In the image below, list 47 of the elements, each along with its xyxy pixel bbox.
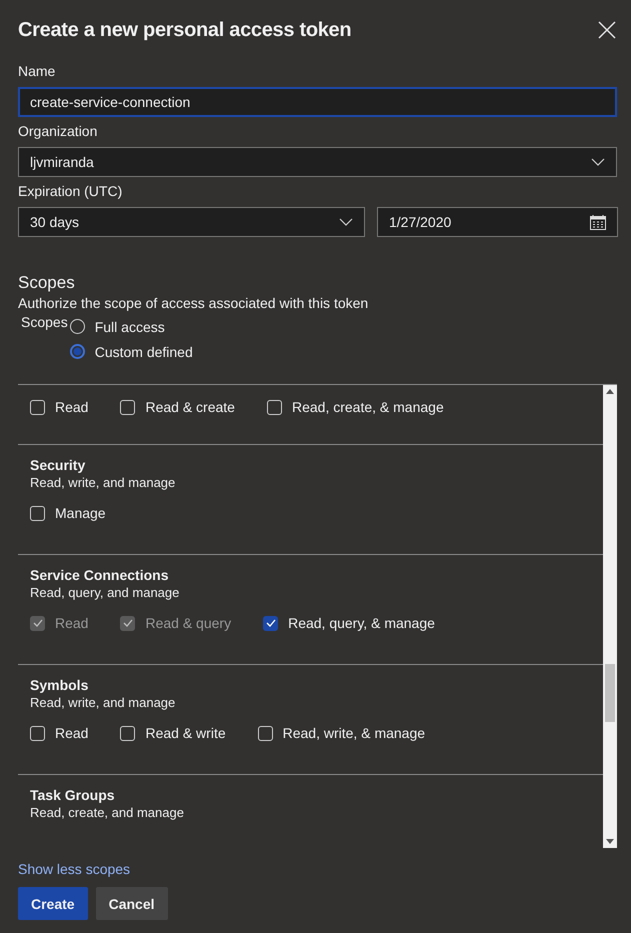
scope-title: Security [30, 457, 86, 475]
checkbox-label: Read & write [145, 725, 226, 741]
scope-subtitle: Read, write, and manage [30, 695, 176, 712]
checkbox-label: Read [55, 615, 88, 631]
scope-title: Symbols [30, 677, 90, 695]
field-label: Expiration (UTC) [18, 183, 124, 201]
scope-subtitle: Read, create, and manage [30, 805, 185, 822]
section-description: Authorize the scope of access associated with this token [18, 295, 370, 313]
scroll-down-icon[interactable] [606, 839, 614, 844]
create-button[interactable]: Create [18, 887, 88, 920]
checkbox-label: Read & query [145, 615, 232, 631]
show-less-scopes-link[interactable]: Show less scopes [18, 861, 617, 881]
checkbox[interactable] [263, 616, 278, 630]
checkbox-label: Read, create, & manage [292, 399, 444, 415]
checkbox-label: Read [55, 725, 88, 741]
check-icon [32, 619, 42, 627]
close-icon[interactable] [598, 21, 616, 39]
radio-button[interactable] [70, 344, 85, 359]
organization-dropdown[interactable]: ljvmiranda [18, 147, 617, 177]
field-label: Organization [18, 123, 98, 141]
radio-group-label: Scopes [21, 314, 68, 332]
chevron-down-icon [339, 218, 353, 226]
checkbox-label: Read & create [145, 399, 235, 415]
scope-subtitle: Read, query, and manage [30, 585, 180, 602]
name-field[interactable]: create-service-connection [18, 87, 617, 117]
dialog-title: Create a new personal access token [18, 18, 352, 42]
date-field[interactable]: 1/27/2020 [377, 207, 618, 237]
checkbox-label: Manage [55, 505, 106, 521]
scope-title: Task Groups [30, 787, 116, 805]
field-label: Name [18, 63, 56, 81]
radio-label: Custom defined [94, 344, 193, 360]
duration-dropdown[interactable]: 30 days [18, 207, 365, 237]
scrollbar[interactable] [603, 385, 617, 848]
check-icon [266, 619, 276, 627]
scope-title: Service Connections [30, 567, 170, 585]
checkbox-label: Read, query, & manage [288, 615, 435, 631]
checkbox-label: Read, write, & manage [282, 725, 426, 741]
chevron-down-icon [591, 158, 605, 166]
section-heading: Scopes [18, 273, 76, 294]
cancel-button[interactable]: Cancel [96, 887, 168, 920]
scrollbar-thumb[interactable] [605, 664, 615, 722]
check-icon [122, 619, 133, 627]
scope-subtitle: Read, write, and manage [30, 475, 176, 492]
scroll-up-icon[interactable] [606, 389, 614, 394]
checkbox-label: Read [55, 399, 88, 415]
radio-label: Full access [94, 318, 165, 334]
calendar-icon[interactable] [590, 214, 606, 230]
